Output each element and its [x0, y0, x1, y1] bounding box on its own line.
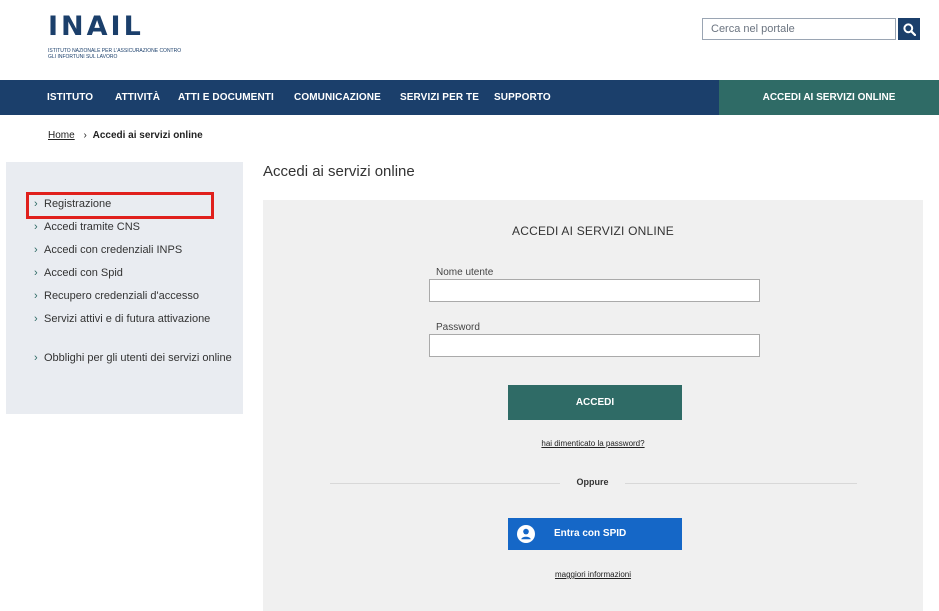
- chevron-right-icon: ›: [34, 352, 38, 364]
- breadcrumb: Home › Accedi ai servizi online: [48, 130, 203, 141]
- sidebar-item-label: Registrazione: [44, 198, 112, 210]
- sidebar-item-registrazione[interactable]: › Registrazione: [34, 197, 236, 211]
- breadcrumb-separator: ›: [83, 130, 87, 141]
- page-title: Accedi ai servizi online: [263, 163, 415, 180]
- site-header: INAIL ISTITUTO NAZIONALE PER L'ASSICURAZ…: [0, 0, 939, 80]
- sidebar-item-spid[interactable]: › Accedi con Spid: [34, 266, 236, 280]
- breadcrumb-home-link[interactable]: Home: [48, 130, 75, 141]
- search-button[interactable]: [898, 18, 920, 40]
- nav-item-attivita[interactable]: ATTIVITÀ: [115, 80, 160, 115]
- more-info-link[interactable]: maggiori informazioni: [263, 570, 923, 579]
- password-label: Password: [436, 322, 480, 333]
- search-input[interactable]: [702, 18, 896, 40]
- nav-item-supporto[interactable]: SUPPORTO: [494, 80, 551, 115]
- main-navigation: ISTITUTO ATTIVITÀ ATTI E DOCUMENTI COMUN…: [0, 80, 939, 115]
- chevron-right-icon: ›: [34, 290, 38, 302]
- logo-text: INAIL: [48, 11, 144, 42]
- sidebar: › Registrazione › Accedi tramite CNS › A…: [6, 162, 243, 414]
- user-icon: [517, 525, 535, 543]
- nav-item-atti-e-documenti[interactable]: ATTI E DOCUMENTI: [178, 80, 274, 115]
- password-input[interactable]: [429, 334, 760, 357]
- spid-button-label: Entra con SPID: [554, 528, 627, 539]
- sidebar-item-cns[interactable]: › Accedi tramite CNS: [34, 220, 236, 234]
- chevron-right-icon: ›: [34, 267, 38, 279]
- chevron-right-icon: ›: [34, 221, 38, 233]
- sidebar-item-label: Accedi con Spid: [44, 267, 123, 279]
- username-input[interactable]: [429, 279, 760, 302]
- sidebar-item-label: Accedi con credenziali INPS: [44, 244, 183, 256]
- sidebar-item-inps[interactable]: › Accedi con credenziali INPS: [34, 243, 236, 257]
- chevron-right-icon: ›: [34, 313, 38, 325]
- username-label: Nome utente: [436, 267, 494, 278]
- inail-logo[interactable]: INAIL ISTITUTO NAZIONALE PER L'ASSICURAZ…: [48, 12, 188, 62]
- breadcrumb-current: Accedi ai servizi online: [92, 130, 203, 141]
- login-panel-title: ACCEDI AI SERVIZI ONLINE: [512, 224, 674, 238]
- logo-subtitle: ISTITUTO NAZIONALE PER L'ASSICURAZIONE C…: [48, 48, 182, 60]
- forgot-password-link[interactable]: hai dimenticato la password?: [263, 439, 923, 448]
- nav-item-comunicazione[interactable]: COMUNICAZIONE: [294, 80, 381, 115]
- sidebar-item-label: Recupero credenziali d'accesso: [44, 290, 199, 302]
- divider-line: [625, 483, 857, 484]
- sidebar-item-label: Accedi tramite CNS: [44, 221, 140, 233]
- sidebar-item-obblighi[interactable]: › Obblighi per gli utenti dei servizi on…: [34, 351, 234, 365]
- login-button[interactable]: ACCEDI: [508, 385, 682, 420]
- search-icon: [902, 22, 916, 36]
- sidebar-item-label: Obblighi per gli utenti dei servizi onli…: [44, 352, 232, 364]
- chevron-right-icon: ›: [34, 244, 38, 256]
- sidebar-item-servizi-attivi[interactable]: › Servizi attivi e di futura attivazione: [34, 312, 214, 326]
- chevron-right-icon: ›: [34, 198, 38, 210]
- divider-text: Oppure: [576, 477, 609, 487]
- sidebar-item-label: Servizi attivi e di futura attivazione: [44, 313, 211, 325]
- login-panel: ACCEDI AI SERVIZI ONLINE Nome utente Pas…: [263, 200, 923, 611]
- sidebar-item-recupero-credenziali[interactable]: › Recupero credenziali d'accesso: [34, 289, 236, 303]
- spid-login-button[interactable]: Entra con SPID: [508, 518, 682, 550]
- divider-line: [330, 483, 560, 484]
- accedi-servizi-online-button[interactable]: ACCEDI AI SERVIZI ONLINE: [719, 80, 939, 115]
- nav-item-servizi-per-te[interactable]: SERVIZI PER TE: [400, 80, 479, 115]
- nav-item-istituto[interactable]: ISTITUTO: [47, 80, 93, 115]
